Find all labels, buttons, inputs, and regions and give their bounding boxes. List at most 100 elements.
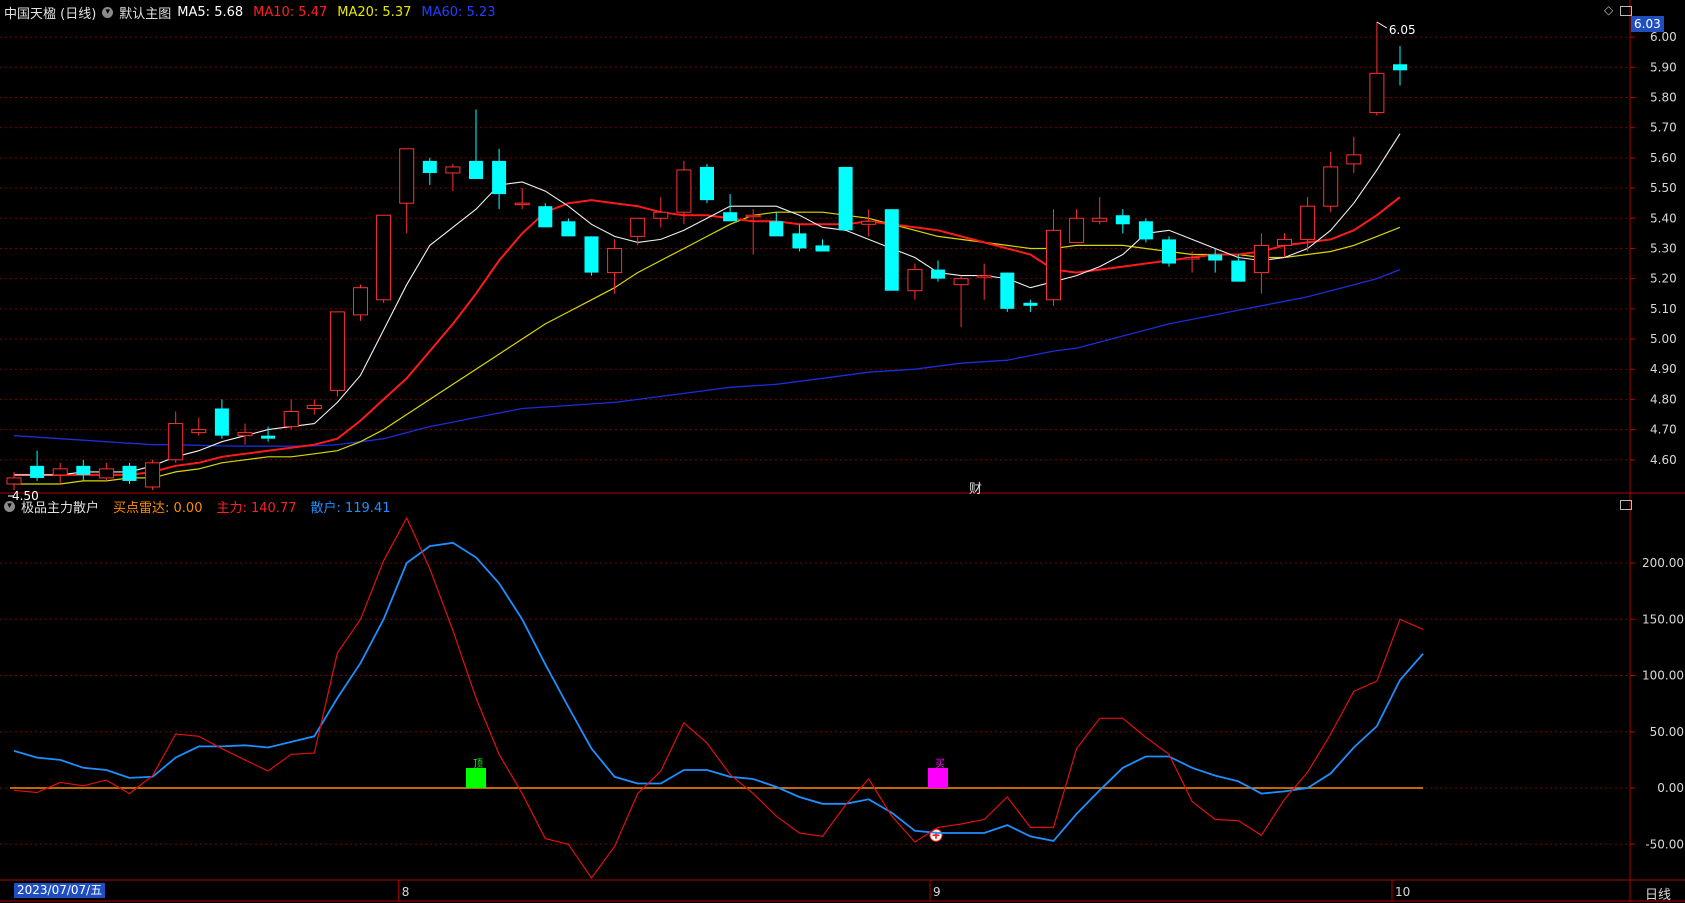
candle-body-up [1369, 72, 1385, 114]
indicator-tick-label: 0.00 [1657, 781, 1684, 795]
price-tick-label: 5.30 [1650, 241, 1677, 255]
diamond-icon[interactable]: ◇ [1604, 3, 1613, 17]
chart-canvas[interactable]: 4.60 4.70 4.80 4.90 5.00 5.10 5.20 5.30 5.40 5.50… [0, 0, 1685, 902]
price-tick-label: 5.50 [1650, 181, 1677, 195]
price-tick-label: 5.80 [1650, 90, 1677, 104]
price-tick-label: 5.70 [1650, 121, 1677, 135]
candle-body-up [1277, 238, 1292, 246]
indicator-tick-label: -50.00 [1645, 837, 1684, 851]
candle-body-down [122, 465, 137, 481]
ma-legend-item: MA20: 5.37 [337, 5, 412, 20]
candle-body-up [676, 169, 692, 213]
candle-body-down [1231, 260, 1246, 282]
candle-body-up [376, 214, 392, 301]
indicator-legend-item: 散户: 119.41 [310, 501, 391, 516]
top-marker-label: 顶 [473, 758, 483, 770]
month-tick-label: 9 [933, 885, 941, 899]
candle-body-up [1069, 217, 1085, 243]
candle-body-down [538, 206, 553, 228]
candle-body-up [1046, 229, 1061, 301]
candle-body-down [469, 160, 483, 180]
price-tick-label: 4.60 [1650, 453, 1677, 467]
month-tick-label: 10 [1395, 885, 1410, 899]
indicator-tick-label: 50.00 [1650, 725, 1684, 739]
maximize-icon[interactable] [1620, 6, 1632, 16]
candle-body-up [861, 220, 877, 225]
price-tick-label: 5.90 [1650, 60, 1677, 74]
indicator-tick-label: 200.00 [1642, 556, 1684, 570]
candle-body-up [1346, 154, 1362, 165]
candle-body-up [907, 269, 923, 292]
candle-body-up [191, 429, 207, 434]
candle-body-down [1115, 215, 1130, 225]
price-tick-label: 4.80 [1650, 392, 1677, 406]
candle-body-up [98, 468, 114, 479]
candle-body-up [353, 287, 368, 316]
price-tick-label: 5.00 [1650, 332, 1677, 346]
candle-body-down [261, 435, 276, 439]
candle-body-up [168, 423, 184, 461]
candle-body-up [1253, 244, 1269, 274]
current-price-tag: 6.03 [1631, 16, 1664, 32]
candle-body-up [976, 275, 992, 278]
candle-body-down [931, 269, 945, 279]
candle-body-up [1300, 205, 1316, 240]
candle-body-down [492, 160, 507, 195]
candle-body-up [514, 202, 530, 206]
indicator-legend-item: 主力: 140.77 [216, 501, 297, 516]
template-label[interactable]: 默认主图 [119, 3, 171, 22]
candle-body-down [214, 408, 229, 436]
candle-body-down [1208, 254, 1223, 261]
buy-marker [928, 768, 948, 788]
candle-body-up [1323, 166, 1339, 207]
indicator-tick-label: 100.00 [1642, 669, 1684, 683]
candle-body-down [1000, 272, 1015, 309]
candle-body-down [792, 233, 807, 249]
candle-body-up [745, 214, 761, 218]
candle-body-down [1162, 239, 1176, 264]
ma-legend-item: MA5: 5.68 [177, 5, 244, 20]
period-label[interactable]: 日线 [1645, 884, 1671, 903]
chevron-down-icon[interactable]: ▾ [4, 501, 15, 512]
ma-legend: MA5: 5.68 MA10: 5.47 MA20: 5.37 MA60: 5.23 [177, 5, 505, 20]
indicator-legend: 买点雷达: 0.00 主力: 140.77 散户: 119.41 [113, 497, 404, 516]
candle-body-up [1184, 257, 1200, 260]
candle-body-up [607, 247, 623, 274]
candle-body-down [700, 166, 714, 201]
candle-body-up [306, 404, 322, 409]
chevron-down-icon[interactable]: ▾ [102, 7, 114, 18]
candle-body-up [953, 278, 969, 286]
candle-body-down [815, 245, 830, 252]
candle-body-down [584, 236, 599, 273]
main-force-line [13, 516, 1424, 880]
price-tick-label: 4.90 [1650, 362, 1677, 376]
top-marker [466, 768, 486, 788]
start-date-label: 2023/07/07/五 [14, 883, 106, 898]
candle-body-up [399, 148, 415, 204]
stock-chart-window[interactable]: 4.60 4.70 4.80 4.90 5.00 5.10 5.20 5.30 5.40 5.50… [0, 0, 1685, 903]
ma-legend-item: MA10: 5.47 [253, 5, 328, 20]
candle-body-up [283, 410, 299, 428]
high-pointer [1376, 21, 1388, 29]
candle-body-up [445, 166, 461, 174]
candle-body-down [1023, 302, 1038, 306]
indicator-legend-item: 买点雷达: 0.00 [113, 501, 203, 516]
candle-body-down [76, 465, 91, 475]
price-tick-label: 5.40 [1650, 211, 1677, 225]
candle-body-up [6, 477, 22, 485]
candle-body-down [1393, 64, 1407, 71]
indicator-name[interactable]: 极品主力散户 [21, 497, 99, 516]
indicator-tick-label: 150.00 [1642, 612, 1684, 626]
candle-body-up [329, 311, 345, 391]
candle-body-up [145, 462, 161, 488]
high-price-label: 6.05 [1389, 23, 1416, 37]
indicator-pane-header: ▾ 极品主力散户 买点雷达: 0.00 主力: 140.77 散户: 119.41 [4, 497, 410, 516]
finance-mark[interactable]: 财 [969, 478, 982, 497]
candle-body-down [723, 212, 738, 222]
stock-title[interactable]: 中国天楹 (日线) [4, 3, 96, 22]
candle-body-down [769, 221, 784, 237]
candle-body-down [422, 160, 437, 173]
price-tick-label: 4.70 [1650, 423, 1677, 437]
maximize-icon[interactable] [1620, 500, 1632, 510]
candle-body-up [237, 432, 253, 437]
